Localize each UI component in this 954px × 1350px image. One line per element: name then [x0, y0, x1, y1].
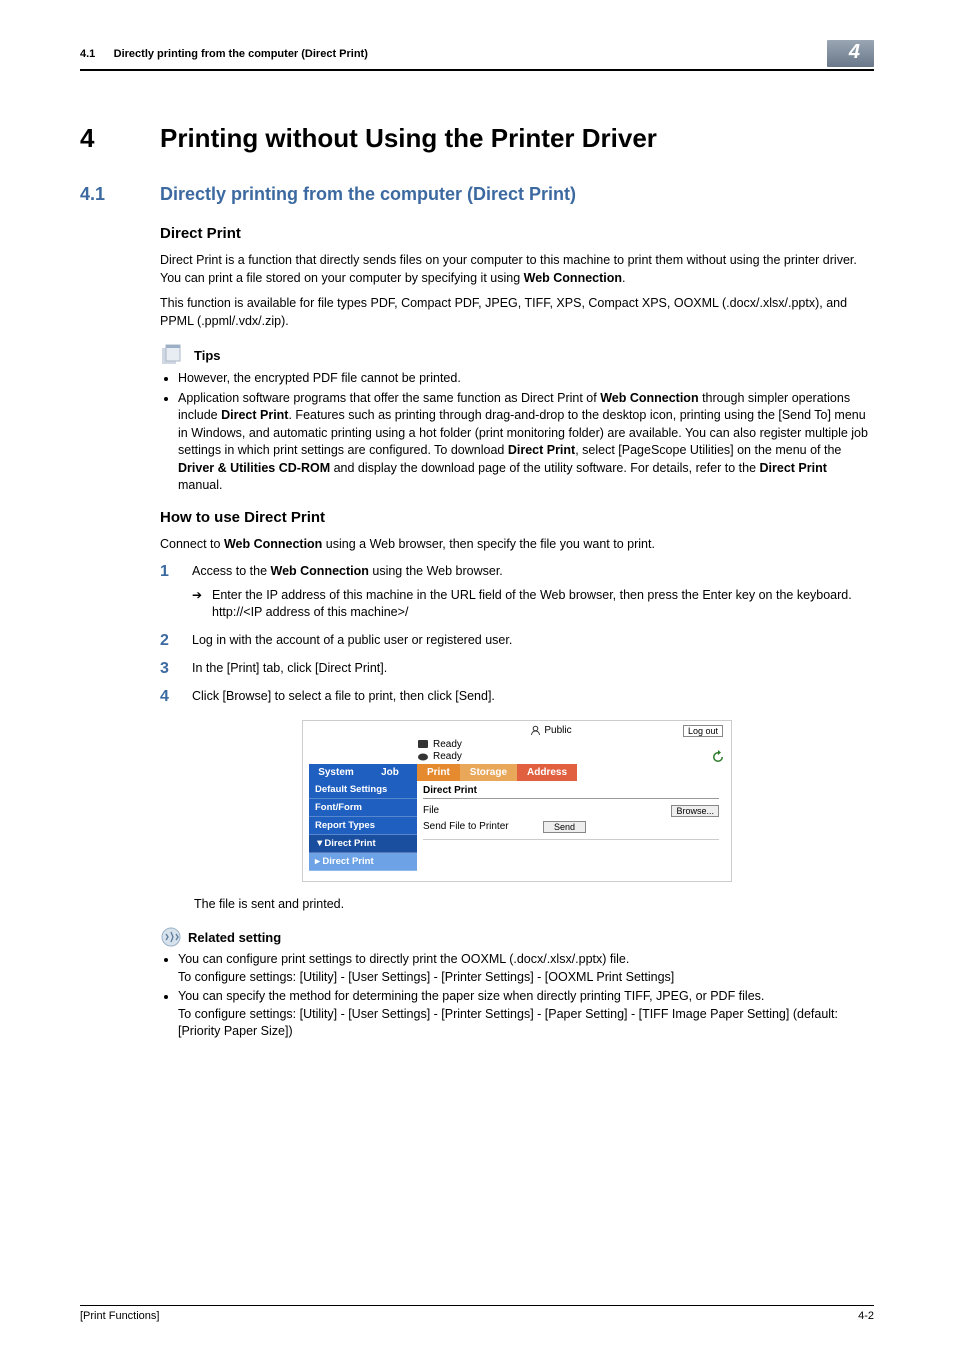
printer-icon [417, 739, 429, 749]
steps-list: 1 Access to the Web Connection using the… [160, 563, 874, 706]
user-icon [530, 725, 541, 736]
tip-item: However, the encrypted PDF file cannot b… [178, 370, 874, 388]
tab-print[interactable]: Print [417, 764, 460, 781]
logout-button[interactable]: Log out [683, 725, 723, 737]
step-number: 3 [160, 660, 178, 678]
step-3: 3 In the [Print] tab, click [Direct Prin… [160, 660, 874, 678]
chapter-title: Printing without Using the Printer Drive… [160, 123, 657, 153]
browse-button[interactable]: Browse... [671, 805, 719, 817]
header-section-num: 4.1 [80, 48, 95, 60]
sidebar-item-default-settings[interactable]: Default Settings [309, 781, 417, 799]
web-connection-screenshot: Public Log out Ready Ready System [302, 720, 732, 882]
send-file-label: Send File to Printer [423, 821, 543, 832]
sidebar-item-direct-print[interactable]: ▸ Direct Print [309, 853, 417, 871]
tips-list: However, the encrypted PDF file cannot b… [160, 370, 874, 495]
tab-system[interactable]: System [309, 764, 363, 781]
related-setting-label: Related setting [188, 930, 281, 945]
direct-print-p1: Direct Print is a function that directly… [160, 252, 874, 287]
tips-label: Tips [194, 348, 221, 363]
tips-heading: Tips [160, 344, 874, 366]
step-number: 1 [160, 563, 178, 622]
user-label: Public [530, 725, 571, 736]
howto-heading: How to use Direct Print [160, 509, 874, 526]
chapter-badge: 4 [827, 40, 874, 67]
page-footer: [Print Functions] 4-2 [80, 1305, 874, 1322]
page-header: 4.1 Directly printing from the computer … [80, 40, 874, 67]
send-button[interactable]: Send [543, 821, 586, 833]
section-heading: 4.1Directly printing from the computer (… [80, 184, 874, 205]
tips-icon [160, 344, 188, 366]
sidebar-item-font-form[interactable]: Font/Form [309, 799, 417, 817]
refresh-icon[interactable] [711, 750, 725, 764]
chapter-number: 4 [80, 123, 160, 154]
tab-job[interactable]: Job [363, 764, 417, 781]
related-setting-list: You can configure print settings to dire… [160, 951, 874, 1041]
header-section-title: Directly printing from the computer (Dir… [114, 48, 368, 60]
header-rule [80, 69, 874, 71]
file-label: File [423, 805, 543, 816]
tab-storage[interactable]: Storage [460, 764, 517, 781]
direct-print-heading: Direct Print [160, 225, 874, 242]
step-2: 2 Log in with the account of a public us… [160, 632, 874, 650]
direct-print-p2: This function is available for file type… [160, 295, 874, 330]
step-number: 2 [160, 632, 178, 650]
toner-icon [417, 752, 429, 762]
step-1: 1 Access to the Web Connection using the… [160, 563, 874, 622]
howto-intro: Connect to Web Connection using a Web br… [160, 536, 874, 554]
tab-address[interactable]: Address [517, 764, 577, 781]
chapter-heading: 4Printing without Using the Printer Driv… [80, 123, 874, 154]
step-sub-arrow: Enter the IP address of this machine in … [192, 587, 874, 622]
footer-left: [Print Functions] [80, 1310, 159, 1322]
footer-right: 4-2 [858, 1310, 874, 1322]
step-4: 4 Click [Browse] to select a file to pri… [160, 688, 874, 706]
related-item: You can specify the method for determini… [178, 988, 874, 1041]
panel-title: Direct Print [423, 785, 719, 799]
status-ready-1: Ready [417, 739, 725, 750]
related-setting-icon [160, 927, 182, 947]
section-title: Directly printing from the computer (Dir… [160, 184, 576, 204]
tip-item: Application software programs that offer… [178, 390, 874, 495]
sidebar: Default Settings Font/Form Report Types … [309, 781, 417, 871]
related-setting-heading: Related setting [160, 927, 874, 947]
related-item: You can configure print settings to dire… [178, 951, 874, 986]
step-number: 4 [160, 688, 178, 706]
sidebar-item-direct-print-group[interactable]: ▼Direct Print [309, 835, 417, 853]
section-number: 4.1 [80, 184, 160, 205]
decorative-stripe [80, 101, 874, 113]
sidebar-item-report-types[interactable]: Report Types [309, 817, 417, 835]
status-ready-2: Ready [417, 751, 462, 762]
after-image-text: The file is sent and printed. [194, 896, 874, 914]
